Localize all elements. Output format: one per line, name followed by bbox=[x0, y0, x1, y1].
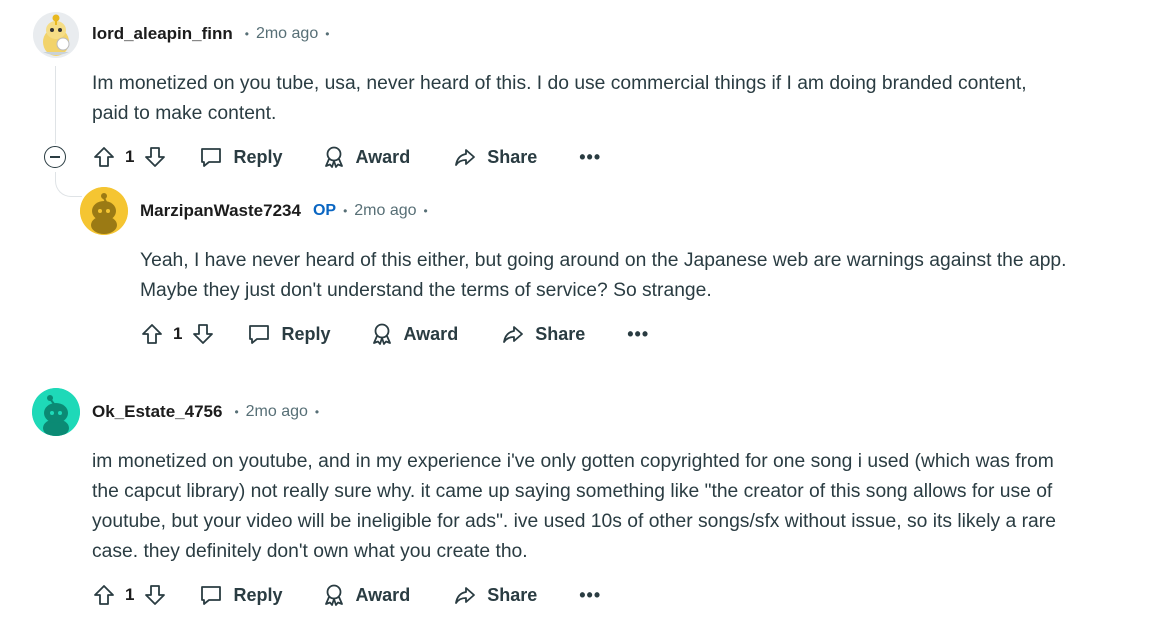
avatar[interactable] bbox=[33, 12, 79, 58]
reply-label: Reply bbox=[281, 323, 331, 344]
share-button[interactable]: Share bbox=[453, 583, 537, 607]
award-ribbon-icon bbox=[372, 323, 391, 345]
comment-text-line: the capcut library) not really sure why.… bbox=[92, 481, 1053, 502]
reply-button[interactable]: Reply bbox=[199, 145, 283, 169]
comment-text-line: paid to make content. bbox=[92, 103, 277, 124]
avatar[interactable] bbox=[32, 388, 80, 436]
share-arrow-icon bbox=[455, 587, 476, 604]
separator-dot: • bbox=[423, 204, 428, 218]
separator-dot: • bbox=[314, 405, 320, 419]
thread-line bbox=[55, 66, 56, 144]
downvote-arrow-icon bbox=[145, 147, 166, 167]
comment-meta: MarzipanWaste7234 OP • 2mo ago • bbox=[140, 201, 435, 221]
award-label: Award bbox=[403, 323, 459, 344]
op-badge: OP bbox=[312, 202, 337, 219]
separator-dot: • bbox=[343, 204, 348, 218]
comment-body: Yeah, I have never heard of this either,… bbox=[140, 246, 1067, 306]
comment-body: Im monetized on you tube, usa, never hea… bbox=[92, 69, 1027, 129]
award-label: Award bbox=[355, 584, 411, 605]
speech-bubble-icon bbox=[249, 325, 270, 344]
more-options-button[interactable]: ••• bbox=[579, 585, 601, 606]
comment-text-line: Maybe they just don't understand the ter… bbox=[140, 280, 712, 301]
thread-connector bbox=[55, 172, 82, 197]
downvote-button[interactable] bbox=[143, 145, 167, 169]
share-label: Share bbox=[535, 323, 586, 344]
timestamp[interactable]: 2mo ago bbox=[246, 403, 308, 421]
speech-bubble-icon bbox=[201, 148, 222, 167]
reply-button[interactable]: Reply bbox=[247, 322, 331, 346]
more-options-button[interactable]: ••• bbox=[579, 147, 601, 168]
timestamp[interactable]: 2mo ago bbox=[256, 25, 318, 43]
comment-meta: lord_aleapin_finn • 2mo ago • bbox=[92, 24, 336, 44]
award-button[interactable]: Award bbox=[370, 322, 459, 346]
comment-actions: 1 Reply Award Share ••• bbox=[92, 139, 601, 175]
comment-text-line: youtube, but your video will be ineligib… bbox=[92, 511, 1056, 532]
upvote-button[interactable] bbox=[140, 322, 164, 346]
award-button[interactable]: Award bbox=[322, 145, 411, 169]
separator-dot: • bbox=[234, 405, 239, 419]
upvote-arrow-icon bbox=[94, 147, 114, 167]
award-button[interactable]: Award bbox=[322, 583, 411, 607]
comment-actions: 1 Reply Award Share ••• bbox=[92, 577, 601, 613]
share-button[interactable]: Share bbox=[501, 322, 585, 346]
comment-actions: 1 Reply Award Share ••• bbox=[140, 316, 649, 352]
share-arrow-icon bbox=[503, 326, 524, 343]
upvote-arrow-icon bbox=[94, 585, 114, 605]
upvote-button[interactable] bbox=[92, 583, 116, 607]
more-options-button[interactable]: ••• bbox=[627, 324, 649, 345]
vote-count: 1 bbox=[125, 585, 135, 604]
downvote-button[interactable] bbox=[191, 322, 215, 346]
upvote-button[interactable] bbox=[92, 145, 116, 169]
comment-text-line: case. they definitely don't own what you… bbox=[92, 541, 528, 562]
timestamp[interactable]: 2mo ago bbox=[354, 202, 416, 220]
award-ribbon-icon bbox=[324, 584, 343, 606]
share-label: Share bbox=[487, 146, 538, 167]
share-label: Share bbox=[487, 584, 538, 605]
award-label: Award bbox=[355, 146, 411, 167]
downvote-button[interactable] bbox=[143, 583, 167, 607]
comment-text-line: Yeah, I have never heard of this either,… bbox=[140, 250, 1067, 271]
comment-body: im monetized on youtube, and in my exper… bbox=[92, 447, 1056, 567]
comment-text-line: Im monetized on you tube, usa, never hea… bbox=[92, 73, 1027, 94]
share-button[interactable]: Share bbox=[453, 145, 537, 169]
separator-dot: • bbox=[244, 27, 249, 41]
collapse-minus-icon[interactable] bbox=[44, 146, 66, 168]
speech-bubble-icon bbox=[201, 586, 222, 605]
comment-text-line: im monetized on youtube, and in my exper… bbox=[92, 451, 1054, 472]
upvote-arrow-icon bbox=[142, 324, 162, 344]
avatar[interactable] bbox=[80, 187, 128, 235]
reply-label: Reply bbox=[233, 146, 283, 167]
username[interactable]: lord_aleapin_finn bbox=[92, 24, 233, 44]
downvote-arrow-icon bbox=[145, 585, 166, 605]
comment-meta: Ok_Estate_4756 • 2mo ago • bbox=[92, 402, 326, 422]
username[interactable]: MarzipanWaste7234 bbox=[140, 201, 301, 221]
username[interactable]: Ok_Estate_4756 bbox=[92, 402, 222, 422]
separator-dot: • bbox=[325, 27, 330, 41]
reply-label: Reply bbox=[233, 584, 283, 605]
downvote-arrow-icon bbox=[193, 324, 214, 344]
reply-button[interactable]: Reply bbox=[199, 583, 283, 607]
vote-count: 1 bbox=[173, 324, 183, 343]
award-ribbon-icon bbox=[324, 146, 343, 168]
vote-count: 1 bbox=[125, 147, 135, 166]
share-arrow-icon bbox=[455, 149, 476, 166]
